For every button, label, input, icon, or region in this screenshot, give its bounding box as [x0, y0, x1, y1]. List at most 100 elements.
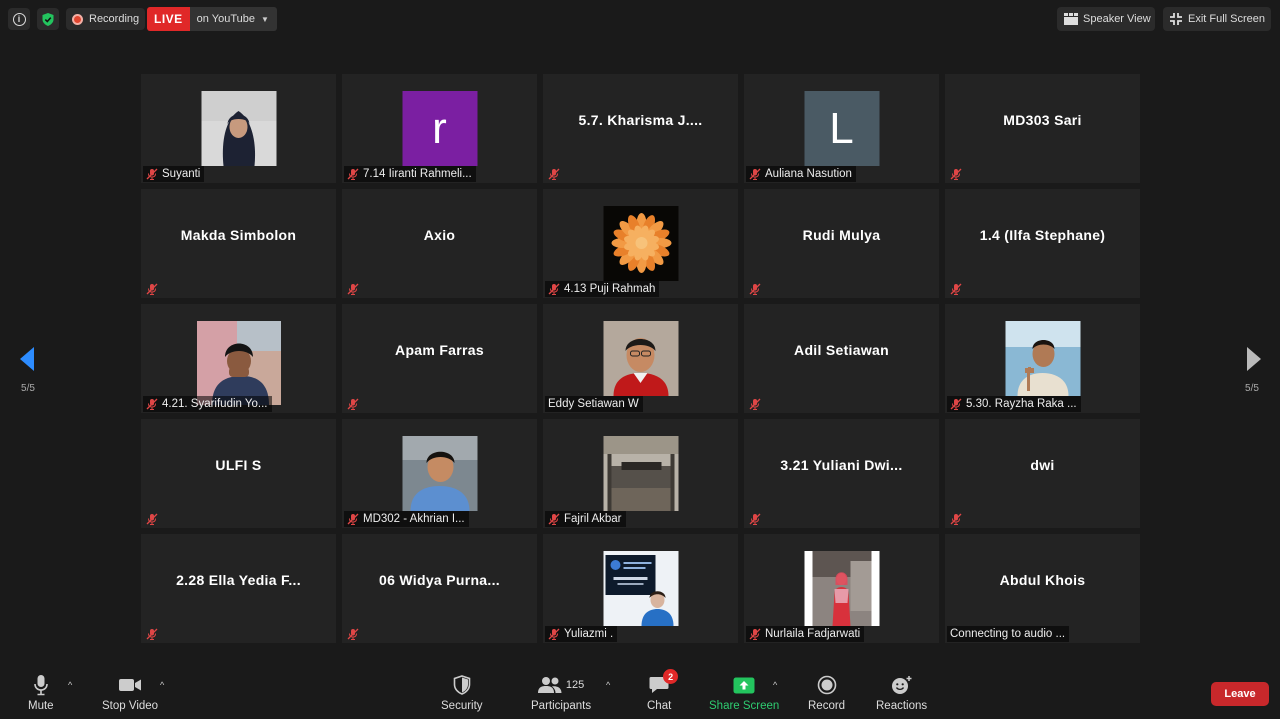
meeting-toolbar: Mute ^ Stop Video ^ Security 125 Partici… — [0, 666, 1280, 719]
participant-name-label: Suyanti — [162, 168, 201, 180]
recording-indicator[interactable]: Recording — [66, 8, 146, 30]
share-options-caret-icon[interactable]: ^ — [773, 680, 777, 690]
participant-tile[interactable]: 4.13 Puji Rahmah — [543, 189, 738, 298]
video-camera-icon — [119, 679, 142, 691]
reactions-label: Reactions — [876, 700, 928, 712]
participant-tile[interactable]: 2.28 Ella Yedia F... — [141, 534, 336, 643]
live-destination-label: on YouTube — [196, 13, 255, 25]
mic-muted-icon — [950, 513, 962, 525]
share-screen-button[interactable]: Share Screen — [709, 672, 779, 712]
participant-name-label: MD302 - Akhrian I... — [363, 513, 465, 525]
livestream-menu[interactable]: LIVE on YouTube ▼ — [147, 7, 277, 31]
audio-options-caret-icon[interactable]: ^ — [68, 680, 72, 690]
leave-button[interactable]: Leave — [1211, 682, 1269, 706]
speaker-view-button[interactable]: Speaker View — [1057, 7, 1155, 31]
participant-tile[interactable]: Nurlaila Fadjarwati — [744, 534, 939, 643]
live-destination[interactable]: on YouTube ▼ — [189, 7, 277, 31]
participant-name-tag — [947, 511, 970, 527]
participants-options-caret-icon[interactable]: ^ — [606, 680, 610, 690]
participant-tile[interactable]: Fajril Akbar — [543, 419, 738, 528]
participant-tile[interactable]: Abdul Khois Connecting to audio ... — [945, 534, 1140, 643]
record-button[interactable]: Record — [808, 672, 845, 712]
participant-tile[interactable]: Eddy Setiawan W — [543, 304, 738, 413]
microphone-icon — [33, 675, 48, 696]
participant-display-name: Rudi Mulya — [802, 226, 881, 243]
participant-tile[interactable]: Axio — [342, 189, 537, 298]
participant-name-tag — [143, 281, 166, 297]
chat-button[interactable]: 2 Chat — [647, 669, 679, 712]
participant-name-tag: 7.14 Iiranti Rahmeli... — [344, 166, 476, 182]
meeting-info-button[interactable]: i — [8, 8, 30, 30]
participant-tile[interactable]: MD302 - Akhrian I... — [342, 419, 537, 528]
mic-muted-icon — [548, 283, 560, 295]
participant-tile[interactable]: MD303 Sari — [945, 74, 1140, 183]
participant-display-name: 3.21 Yuliani Dwi... — [780, 456, 903, 473]
caret-down-icon: ▼ — [261, 14, 269, 24]
participant-video-thumbnail — [804, 551, 879, 626]
security-shield-icon — [453, 675, 471, 695]
mute-button[interactable]: Mute — [28, 672, 54, 712]
participant-tile[interactable]: L Auliana Nasution — [744, 74, 939, 183]
mic-muted-icon — [749, 168, 761, 180]
exit-full-screen-button[interactable]: Exit Full Screen — [1163, 7, 1271, 31]
participant-name-tag: MD302 - Akhrian I... — [344, 511, 469, 527]
stop-video-label: Stop Video — [102, 700, 159, 712]
participant-display-name: Axio — [423, 226, 456, 243]
participant-tile[interactable]: 1.4 (Ilfa Stephane) — [945, 189, 1140, 298]
avatar-letter: L — [804, 91, 879, 166]
participant-tile[interactable]: Rudi Mulya — [744, 189, 939, 298]
participant-name-tag: 4.13 Puji Rahmah — [545, 281, 660, 297]
participants-button[interactable]: 125 Participants — [531, 672, 591, 712]
mic-muted-icon — [146, 168, 158, 180]
previous-page-arrow-icon[interactable] — [18, 345, 36, 373]
participant-tile[interactable]: ULFI S — [141, 419, 336, 528]
participant-name-tag — [746, 511, 769, 527]
participants-icon — [537, 677, 562, 693]
participant-video-thumbnail — [201, 91, 276, 166]
participant-tile[interactable]: Apam Farras — [342, 304, 537, 413]
speaker-view-icon — [1064, 13, 1078, 25]
mic-muted-icon — [146, 513, 158, 525]
mic-muted-icon — [548, 628, 560, 640]
participant-tile[interactable]: Suyanti — [141, 74, 336, 183]
participant-tile[interactable]: 5.30. Rayzha Raka ... — [945, 304, 1140, 413]
participant-name-tag: Suyanti — [143, 166, 205, 182]
mic-muted-icon — [749, 283, 761, 295]
participant-name-tag: Yuliazmi . — [545, 626, 618, 642]
security-label: Security — [441, 700, 483, 712]
page-indicator-right: 5/5 — [1245, 383, 1259, 394]
security-button[interactable]: Security — [441, 672, 483, 712]
participant-display-name: 5.7. Kharisma J.... — [578, 111, 703, 128]
participant-tile[interactable]: Yuliazmi . — [543, 534, 738, 643]
participant-name-label: Yuliazmi . — [564, 628, 614, 640]
participant-tile[interactable]: Makda Simbolon — [141, 189, 336, 298]
shield-check-icon — [42, 12, 54, 26]
record-label: Record — [808, 700, 846, 712]
participant-tile[interactable]: 3.21 Yuliani Dwi... — [744, 419, 939, 528]
participant-tile[interactable]: 5.7. Kharisma J.... — [543, 74, 738, 183]
video-options-caret-icon[interactable]: ^ — [160, 680, 164, 690]
participant-name-tag: Connecting to audio ... — [947, 626, 1070, 642]
mic-muted-icon — [749, 628, 761, 640]
participant-name-tag: Fajril Akbar — [545, 511, 626, 527]
participant-tile[interactable]: r 7.14 Iiranti Rahmeli... — [342, 74, 537, 183]
encryption-button[interactable] — [37, 8, 59, 30]
participant-display-name: 2.28 Ella Yedia F... — [176, 571, 301, 588]
reactions-button[interactable]: Reactions — [876, 672, 927, 712]
speaker-view-label: Speaker View — [1083, 13, 1151, 25]
participant-tile[interactable]: 4.21. Syarifudin Yo... — [141, 304, 336, 413]
participant-tile[interactable]: 06 Widya Purna... — [342, 534, 537, 643]
participant-name-label: Nurlaila Fadjarwati — [765, 628, 861, 640]
mic-muted-icon — [548, 513, 560, 525]
stop-video-button[interactable]: Stop Video — [102, 672, 158, 712]
participant-name-tag — [344, 396, 367, 412]
participant-tile[interactable]: Adil Setiawan — [744, 304, 939, 413]
chat-label: Chat — [647, 700, 672, 712]
mic-muted-icon — [950, 283, 962, 295]
mic-muted-icon — [749, 513, 761, 525]
participant-tile[interactable]: dwi — [945, 419, 1140, 528]
participant-display-name: 1.4 (Ilfa Stephane) — [979, 226, 1106, 243]
next-page-arrow-icon[interactable] — [1245, 345, 1263, 373]
participants-label: Participants — [531, 700, 592, 712]
mic-muted-icon — [347, 168, 359, 180]
